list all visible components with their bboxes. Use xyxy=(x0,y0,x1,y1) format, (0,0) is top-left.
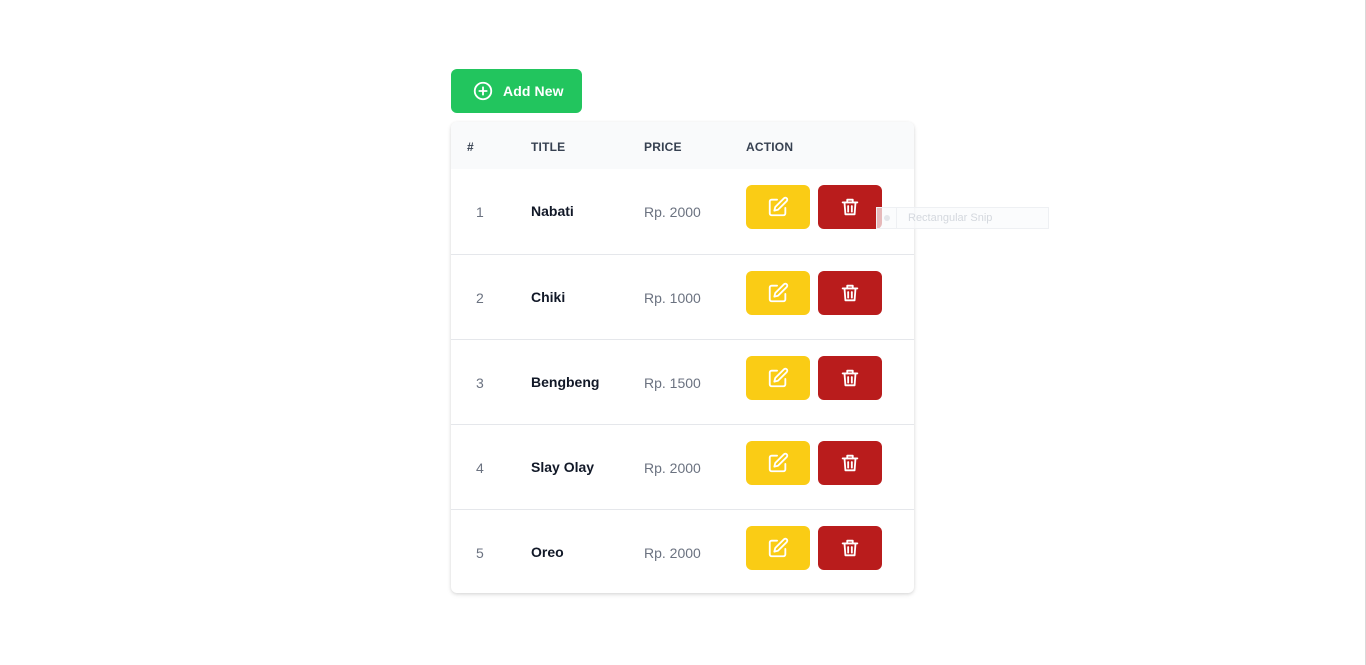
delete-button[interactable] xyxy=(818,271,882,315)
add-new-button[interactable]: Add New xyxy=(451,69,582,113)
pencil-square-icon xyxy=(768,282,789,303)
table-row: 3 Bengbeng Rp. 1500 xyxy=(451,339,914,424)
row-title: Slay Olay xyxy=(531,459,595,475)
row-price: Rp. 2000 xyxy=(644,204,701,220)
trash-icon xyxy=(841,539,859,557)
delete-button[interactable] xyxy=(818,185,882,229)
pencil-square-icon xyxy=(768,367,789,388)
row-number: 5 xyxy=(476,545,484,561)
row-price: Rp. 1000 xyxy=(644,290,701,306)
pencil-square-icon xyxy=(768,196,789,217)
delete-button[interactable] xyxy=(818,441,882,485)
table-body: 1 Nabati Rp. 2000 2 Chiki Rp. 1000 3 Ben… xyxy=(451,169,914,593)
row-number: 2 xyxy=(476,290,484,306)
table-row: 5 Oreo Rp. 2000 xyxy=(451,509,914,593)
row-number: 4 xyxy=(476,460,484,476)
page: Add New # TITLE PRICE ACTION 1 Nabati Rp… xyxy=(0,0,1366,665)
products-table: # TITLE PRICE ACTION 1 Nabati Rp. 2000 2… xyxy=(451,122,914,593)
column-header-price: PRICE xyxy=(644,140,682,154)
edit-button[interactable] xyxy=(746,441,810,485)
snip-mode-label: Rectangular Snip xyxy=(908,212,993,224)
row-number: 3 xyxy=(476,375,484,391)
row-title: Bengbeng xyxy=(531,374,600,390)
trash-icon xyxy=(841,198,859,216)
edit-button[interactable] xyxy=(746,356,810,400)
row-title: Chiki xyxy=(531,289,566,305)
delete-button[interactable] xyxy=(818,526,882,570)
trash-icon xyxy=(841,454,859,472)
trash-icon xyxy=(841,284,859,302)
delete-button[interactable] xyxy=(818,356,882,400)
column-header-number: # xyxy=(467,140,474,154)
row-price: Rp. 2000 xyxy=(644,545,701,561)
row-price: Rp. 1500 xyxy=(644,375,701,391)
edit-button[interactable] xyxy=(746,526,810,570)
pencil-square-icon xyxy=(768,537,789,558)
snip-mode-icon xyxy=(877,208,897,228)
column-header-title: TITLE xyxy=(531,140,566,154)
row-title: Oreo xyxy=(531,544,564,560)
trash-icon xyxy=(841,369,859,387)
table-row: 4 Slay Olay Rp. 2000 xyxy=(451,424,914,509)
rectangular-snip-tooltip: Rectangular Snip xyxy=(876,207,1049,229)
row-title: Nabati xyxy=(531,203,574,219)
edit-button[interactable] xyxy=(746,185,810,229)
table-row: 2 Chiki Rp. 1000 xyxy=(451,254,914,339)
plus-circle-icon xyxy=(472,80,494,102)
row-number: 1 xyxy=(476,204,484,220)
edit-button[interactable] xyxy=(746,271,810,315)
add-new-label: Add New xyxy=(503,83,564,99)
table-header: # TITLE PRICE ACTION xyxy=(451,122,914,169)
row-price: Rp. 2000 xyxy=(644,460,701,476)
column-header-action: ACTION xyxy=(746,140,794,154)
table-row: 1 Nabati Rp. 2000 xyxy=(451,169,914,254)
pencil-square-icon xyxy=(768,452,789,473)
